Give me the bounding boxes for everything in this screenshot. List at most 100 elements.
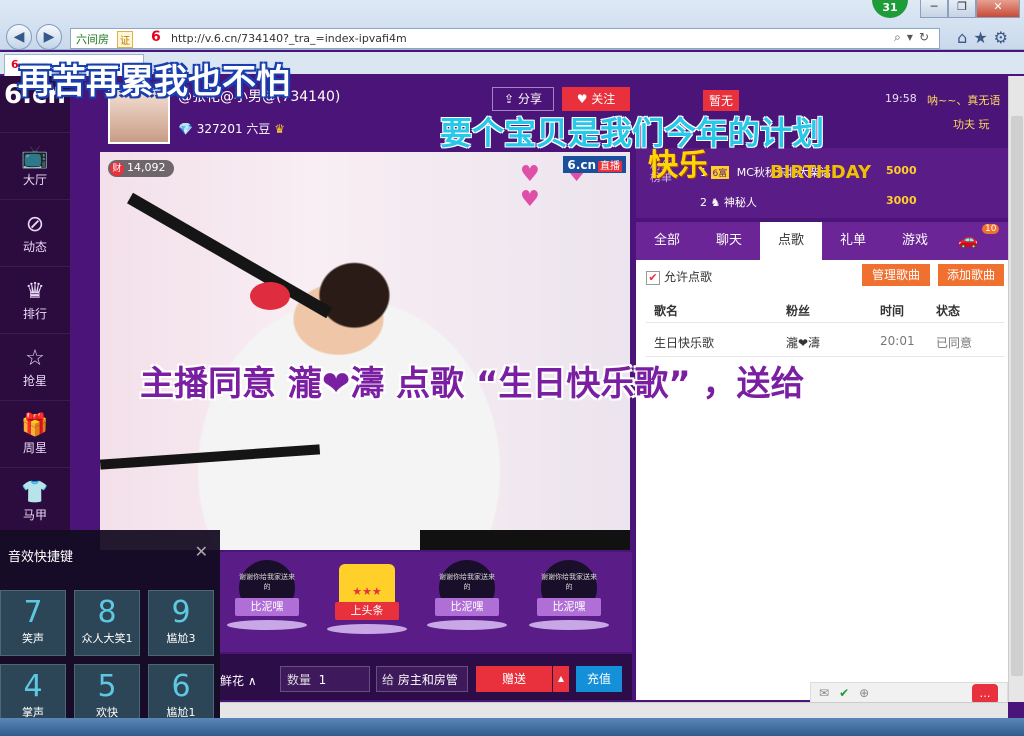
- sfx-key-number: 4: [23, 669, 43, 704]
- lyric-line-1: 再苦再累我也不怕: [18, 62, 290, 102]
- close-window-button[interactable]: ✕: [976, 0, 1020, 18]
- quantity-field[interactable]: 数量 1: [280, 666, 370, 692]
- tab-gift-list[interactable]: 礼单: [822, 222, 884, 260]
- tab-all[interactable]: 全部: [636, 222, 698, 260]
- left-sidebar: 6.cn 六间房 📺 大厅 ⊘ 动态 ♛ 排行 ☆ 抢星 🎁 周星 👕 马甲: [0, 76, 70, 536]
- zoom-icon[interactable]: ⊕: [859, 686, 879, 700]
- refresh-icon[interactable]: ↻: [919, 30, 935, 44]
- sidebar-item-feed[interactable]: ⊘ 动态: [0, 199, 70, 265]
- gift-type-selector[interactable]: 鲜花 ∧: [220, 672, 257, 689]
- sidebar-item-label: 抢星: [22, 374, 47, 388]
- sfx-key-number: 6: [171, 669, 191, 704]
- live-video[interactable]: ♥ ♥ ♥ 财 14,092 6.cn 直播: [100, 152, 630, 550]
- sfx-key[interactable]: 9 尴尬3: [148, 590, 214, 656]
- checkbox-checked-icon[interactable]: ✔: [646, 270, 660, 285]
- tab-chat[interactable]: 聊天: [698, 222, 760, 260]
- tab-song-request[interactable]: 点歌: [760, 222, 822, 260]
- rank-name: 神秘人: [723, 196, 757, 209]
- gift-pedestal: [529, 620, 609, 630]
- column-header-song: 歌名: [654, 304, 679, 318]
- sfx-key-label: 笑声: [22, 632, 44, 645]
- chat-send-icon[interactable]: …: [972, 684, 998, 704]
- allow-song-toggle[interactable]: ✔ 允许点歌: [646, 268, 712, 285]
- horizontal-scrollbar[interactable]: [220, 702, 1008, 718]
- url-text[interactable]: http://v.6.cn/734140?_tra_=index-ipvafi4…: [171, 32, 407, 45]
- tv-icon: 📺: [21, 145, 49, 170]
- tab-games[interactable]: 游戏: [884, 222, 946, 260]
- forward-button[interactable]: ▶: [36, 24, 62, 50]
- live-brand: 6.cn: [567, 158, 596, 172]
- vertical-scrollbar[interactable]: [1008, 76, 1024, 702]
- mic-arm: [127, 192, 333, 319]
- sidebar-item-grab-star[interactable]: ☆ 抢星: [0, 333, 70, 399]
- minimize-button[interactable]: ─: [920, 0, 948, 18]
- ticker-time: 19:58: [885, 92, 917, 105]
- allow-song-label: 允许点歌: [664, 270, 713, 284]
- recipient-field[interactable]: 给 房主和房管: [376, 666, 468, 692]
- topup-button[interactable]: 充值: [576, 666, 622, 692]
- sidebar-item-hall[interactable]: 📺 大厅: [0, 132, 70, 198]
- gift-label: 比泥嘿: [235, 598, 299, 616]
- check-icon[interactable]: ✔: [839, 686, 859, 700]
- song-time: 20:01: [880, 334, 915, 348]
- send-gift-bar: 鲜花 ∧ 数量 1 给 房主和房管 赠送 ▲ 充值: [220, 654, 632, 700]
- sidebar-item-label: 马甲: [22, 508, 47, 522]
- sidebar-item-ranking[interactable]: ♛ 排行: [0, 266, 70, 332]
- live-label: 直播: [598, 161, 622, 172]
- address-bar[interactable]: 六间房 证 6 http://v.6.cn/734140?_tra_=index…: [70, 28, 940, 49]
- sfx-key[interactable]: 8 众人大笑1: [74, 590, 140, 656]
- gift-bar: 谢谢你给我家送来的 比泥嘿 ★★★ 上头条 谢谢你给我家送来的 比泥嘿 谢谢你给我家送…: [220, 552, 632, 652]
- favicon: 6: [151, 29, 161, 45]
- maximize-button[interactable]: ❐: [948, 0, 976, 18]
- gift-pedestal: [327, 624, 407, 634]
- verify-badge[interactable]: 证: [117, 31, 133, 48]
- close-icon[interactable]: ✕: [195, 542, 208, 561]
- gift-item-headline[interactable]: ★★★ 上头条: [324, 560, 410, 644]
- send-button[interactable]: 赠送: [476, 666, 552, 692]
- sfx-key-number: 7: [23, 595, 43, 630]
- gift-label: 比泥嘿: [435, 598, 499, 616]
- microphone: [250, 282, 290, 310]
- coin-count: 14,092: [127, 161, 166, 174]
- rank-row[interactable]: 2 ♞ 神秘人 3000: [700, 194, 917, 210]
- home-icon[interactable]: ⌂: [957, 28, 973, 47]
- song-fan[interactable]: 瀧❤濤: [786, 334, 820, 351]
- gift-label: 上头条: [335, 602, 399, 620]
- back-button[interactable]: ◀: [6, 24, 32, 50]
- settings-gear-icon[interactable]: ⚙: [994, 28, 1014, 47]
- share-label: 分享: [517, 92, 542, 106]
- car-count: 10: [982, 224, 1000, 234]
- rank-number: 2: [700, 196, 707, 209]
- diamond-icon: 💎: [178, 122, 193, 136]
- dropdown-icon[interactable]: ▾: [907, 30, 919, 44]
- quantity-label: 数量: [287, 673, 312, 687]
- manage-songs-button[interactable]: 管理歌曲: [862, 264, 930, 286]
- add-song-button[interactable]: 添加歌曲: [938, 264, 1004, 286]
- compass-icon: ⊘: [25, 212, 45, 237]
- notification-badge[interactable]: 31: [872, 0, 908, 18]
- sfx-key[interactable]: 7 笑声: [0, 590, 66, 656]
- search-icon[interactable]: ⌕: [894, 30, 907, 44]
- sidebar-item-vest[interactable]: 👕 马甲: [0, 467, 70, 533]
- scroll-thumb[interactable]: [1011, 116, 1023, 676]
- sidebar-item-weekly-star[interactable]: 🎁 周星: [0, 400, 70, 466]
- column-header-time: 时间: [880, 304, 905, 318]
- mail-icon[interactable]: ✉: [819, 686, 839, 700]
- gift-item[interactable]: 谢谢你给我家送来的 比泥嘿: [224, 560, 310, 644]
- favorites-star-icon[interactable]: ★: [973, 28, 993, 47]
- follow-label: 关注: [591, 92, 616, 106]
- car-icon[interactable]: 🚗 10: [958, 224, 1000, 249]
- crown-icon: ♛: [25, 279, 45, 304]
- sfx-key-label: 尴尬3: [166, 632, 196, 645]
- sidebar-item-label: 排行: [22, 307, 47, 321]
- birthday-banner-2: BIRTHDAY: [770, 162, 871, 183]
- taskbar: [0, 718, 1024, 736]
- panel-tabs: 全部 聊天 点歌 礼单 游戏 🚗 10: [636, 222, 1008, 260]
- send-options-icon[interactable]: ▲: [553, 666, 569, 692]
- gift-item[interactable]: 谢谢你给我家送来的 比泥嘿: [424, 560, 510, 644]
- gift-pedestal: [427, 620, 507, 630]
- lyric-line-2: 要个宝贝是我们今年的计划: [440, 114, 825, 152]
- coin-badge: 财 14,092: [108, 160, 174, 177]
- gift-item[interactable]: 谢谢你给我家送来的 比泥嘿: [526, 560, 612, 644]
- host-stats: 💎 327201 六豆 ♛: [178, 120, 285, 137]
